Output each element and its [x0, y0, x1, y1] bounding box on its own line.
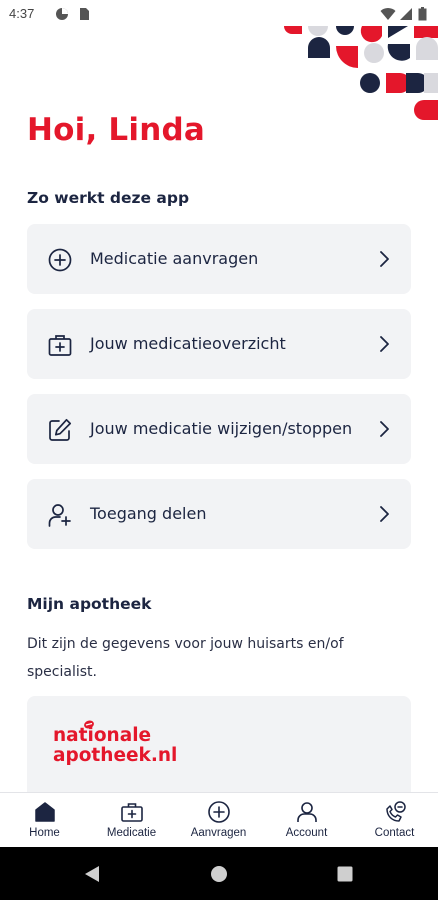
edit-icon — [49, 418, 72, 441]
pharmacy-card[interactable]: nationale apotheek.nl — [27, 696, 411, 806]
data-saver-icon — [56, 8, 68, 20]
status-time: 4:37 — [9, 6, 35, 21]
home-circle-icon[interactable] — [210, 865, 228, 883]
card-medicatieoverzicht[interactable]: Jouw medicatieoverzicht — [27, 309, 411, 379]
card-label: Medicatie aanvragen — [90, 249, 259, 268]
plus-circle-icon — [48, 248, 72, 272]
battery-icon — [418, 7, 427, 21]
recents-icon[interactable] — [337, 866, 353, 882]
user-icon — [296, 802, 317, 822]
card-label: Toegang delen — [90, 504, 207, 523]
nav-label: Medicatie — [106, 827, 157, 839]
greeting-title: Hoi, Linda — [27, 112, 205, 148]
chevron-right-icon — [380, 251, 389, 267]
card-medicatie-aanvragen[interactable]: Medicatie aanvragen — [27, 224, 411, 294]
signal-icon — [400, 8, 412, 20]
chevron-right-icon — [380, 336, 389, 352]
phone-chat-icon — [385, 801, 406, 822]
card-label: Jouw medicatieoverzicht — [90, 334, 286, 353]
nav-item-home[interactable]: Home — [1, 793, 88, 848]
card-label: Jouw medicatie wijzigen/stoppen — [90, 419, 353, 438]
plus-circle-icon — [207, 801, 230, 823]
nav-label: Aanvragen — [190, 827, 247, 839]
back-icon[interactable] — [84, 865, 100, 883]
nav-item-account[interactable]: Account — [263, 793, 350, 848]
logo-line-2: apotheek.nl — [53, 745, 178, 766]
my-pharmacy-description: Dit zijn de gegevens voor jouw huisarts … — [27, 636, 344, 680]
card-medicatie-wijzigen[interactable]: Jouw medicatie wijzigen/stoppen — [27, 394, 411, 464]
bottom-navigation: Home Medicatie Aanvragen Account Contact — [0, 792, 438, 847]
my-pharmacy-title: Mijn apotheek — [27, 595, 152, 613]
system-navigation-bar — [0, 847, 438, 900]
chevron-right-icon — [380, 421, 389, 437]
how-it-works-title: Zo werkt deze app — [27, 189, 190, 207]
nav-label: Home — [29, 827, 60, 839]
nav-label: Account — [285, 827, 328, 839]
medical-kit-icon — [120, 803, 143, 822]
sim-card-icon — [80, 8, 89, 20]
add-user-icon — [48, 504, 71, 527]
home-icon — [34, 802, 55, 822]
nav-item-medicatie[interactable]: Medicatie — [88, 793, 175, 848]
logo-line-1: nationale — [53, 725, 152, 746]
wifi-icon — [380, 8, 396, 20]
nav-label: Contact — [374, 827, 415, 839]
chevron-right-icon — [380, 506, 389, 522]
decorative-pattern — [284, 26, 438, 120]
medical-kit-icon — [48, 335, 72, 356]
card-toegang-delen[interactable]: Toegang delen — [27, 479, 411, 549]
nav-item-aanvragen[interactable]: Aanvragen — [175, 793, 262, 848]
pharmacy-logo: nationale apotheek.nl — [53, 726, 177, 766]
nav-item-contact[interactable]: Contact — [351, 793, 438, 848]
